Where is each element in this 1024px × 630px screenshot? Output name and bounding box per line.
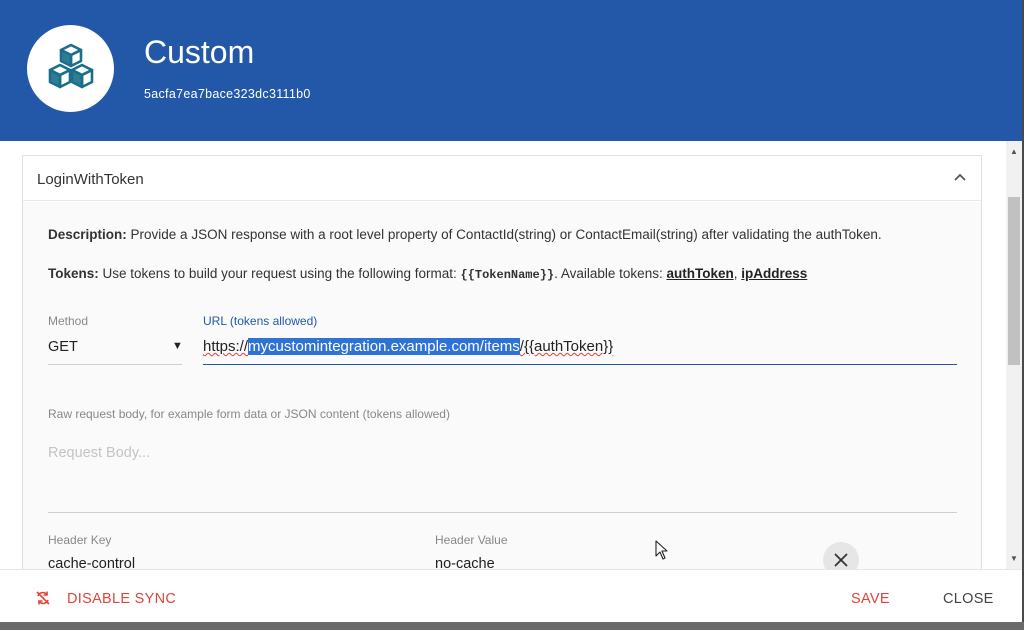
method-value: GET xyxy=(48,339,78,355)
request-body-label: Raw request body, for example form data … xyxy=(48,407,450,421)
app-title: Custom xyxy=(144,34,255,70)
tokens-separator: , xyxy=(733,266,738,281)
header-value-input[interactable]: no-cache xyxy=(435,556,495,569)
endpoint-panel: LoginWithToken Description: Provide a JS… xyxy=(22,155,982,569)
panel-title: LoginWithToken xyxy=(37,171,144,188)
description-text: Provide a JSON response with a root leve… xyxy=(130,227,882,242)
panel-header[interactable]: LoginWithToken xyxy=(23,156,981,201)
close-icon xyxy=(834,553,848,567)
url-input[interactable]: https://mycustomintegration.example.com/… xyxy=(203,330,957,365)
url-selected-text: mycustomintegration.example.com/items xyxy=(248,338,520,355)
scroll-down-arrow-icon[interactable]: ▼ xyxy=(1010,554,1018,563)
dialog-footer: DISABLE SYNC SAVE CLOSE xyxy=(0,569,1022,630)
method-label: Method xyxy=(48,314,89,328)
tokens-label: Tokens: xyxy=(48,266,99,281)
save-button[interactable]: SAVE xyxy=(851,591,890,607)
header-value-label: Header Value xyxy=(435,533,508,547)
tokens-text-after: . Available tokens: xyxy=(554,266,663,281)
scroll-up-arrow-icon[interactable]: ▲ xyxy=(1010,147,1018,156)
tokens-text: Use tokens to build your request using t… xyxy=(102,266,457,281)
chevron-up-icon[interactable] xyxy=(953,170,967,184)
vertical-scrollbar[interactable]: ▲ ▼ xyxy=(1006,141,1022,569)
method-select[interactable]: GET ▼ xyxy=(48,330,183,365)
close-button[interactable]: CLOSE xyxy=(943,591,994,607)
panel-body: Description: Provide a JSON response wit… xyxy=(23,202,981,569)
integration-dialog: Custom 5acfa7ea7bace323dc3111b0 LoginWit… xyxy=(0,0,1022,630)
description-label: Description: xyxy=(48,227,127,242)
url-suffix: /{{authToken}} xyxy=(519,338,614,355)
disable-sync-button[interactable]: DISABLE SYNC xyxy=(67,591,176,607)
dropdown-caret-icon: ▼ xyxy=(172,340,183,352)
token-ip-address[interactable]: ipAddress xyxy=(741,266,807,281)
token-auth-token[interactable]: authToken xyxy=(666,266,733,281)
mouse-cursor-icon xyxy=(655,540,668,560)
url-prefix: https:// xyxy=(203,338,249,355)
app-logo xyxy=(27,25,114,112)
underlying-window-strip xyxy=(0,622,1024,630)
request-body-placeholder: Request Body... xyxy=(48,445,151,461)
app-id: 5acfa7ea7bace323dc3111b0 xyxy=(144,87,311,101)
description: Description: Provide a JSON response wit… xyxy=(48,227,882,242)
content-scroll-area: LoginWithToken Description: Provide a JS… xyxy=(0,141,1022,569)
tokens-format: {{TokenName}} xyxy=(460,268,555,282)
dialog-header: Custom 5acfa7ea7bace323dc3111b0 xyxy=(0,0,1022,141)
cubes-icon xyxy=(48,43,94,89)
url-label: URL (tokens allowed) xyxy=(203,314,318,328)
sync-off-icon xyxy=(36,591,50,605)
url-value: https://mycustomintegration.example.com/… xyxy=(203,338,613,355)
remove-header-button[interactable] xyxy=(823,542,859,569)
scrollbar-thumb[interactable] xyxy=(1008,197,1020,365)
header-key-label: Header Key xyxy=(48,533,112,547)
header-key-input[interactable]: cache-control xyxy=(48,556,135,569)
tokens-info: Tokens: Use tokens to build your request… xyxy=(48,266,807,282)
request-body-input[interactable]: Request Body... xyxy=(48,437,957,513)
